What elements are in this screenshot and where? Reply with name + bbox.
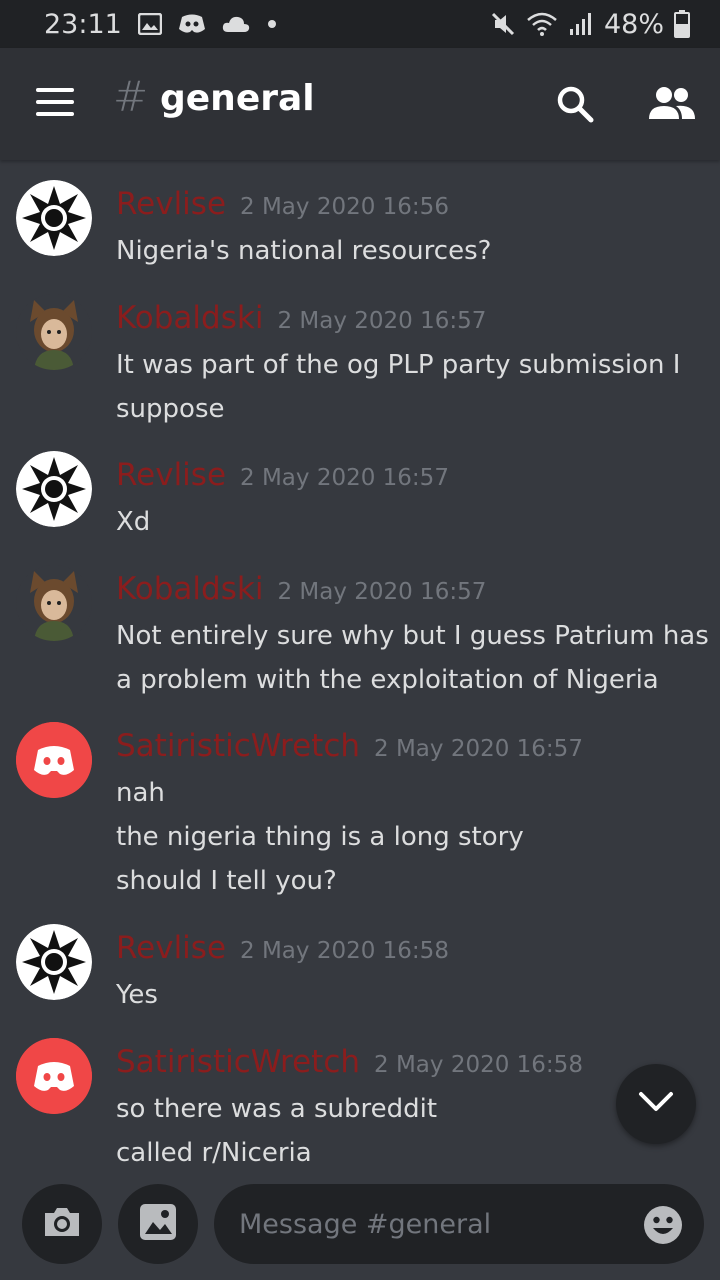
message-author[interactable]: SatiristicWretch bbox=[116, 728, 360, 764]
mute-icon bbox=[490, 11, 516, 37]
message-timestamp: 2 May 2020 16:57 bbox=[277, 308, 487, 334]
camera-button[interactable] bbox=[22, 1184, 102, 1264]
message-author[interactable]: Revlise bbox=[116, 186, 226, 222]
gallery-button[interactable] bbox=[118, 1184, 198, 1264]
message-list[interactable]: Revlise 2 May 2020 16:56 Nigeria's natio… bbox=[0, 160, 720, 1170]
battery-icon bbox=[674, 10, 690, 38]
message-author[interactable]: Revlise bbox=[116, 930, 226, 966]
search-icon[interactable] bbox=[555, 84, 595, 128]
message-author[interactable]: Revlise bbox=[116, 457, 226, 493]
revlise-avatar[interactable] bbox=[16, 180, 92, 256]
message-timestamp: 2 May 2020 16:56 bbox=[240, 194, 449, 220]
battery-percent: 48% bbox=[603, 8, 664, 40]
gallery-icon bbox=[138, 1202, 178, 1246]
message-timestamp: 2 May 2020 16:58 bbox=[240, 938, 449, 964]
emoji-icon[interactable] bbox=[642, 1204, 684, 1253]
message-author[interactable]: Kobaldski bbox=[116, 300, 263, 336]
message-text: Nigeria's national resources? bbox=[116, 236, 492, 266]
signal-icon bbox=[568, 12, 594, 36]
channel-title[interactable]: general bbox=[160, 78, 315, 119]
message-author[interactable]: Kobaldski bbox=[116, 571, 263, 607]
message-text: so there was a subreddit bbox=[116, 1094, 438, 1124]
discord-notification-icon bbox=[178, 13, 206, 35]
status-bar: 23:11 48% bbox=[0, 0, 720, 48]
discord-default-avatar[interactable] bbox=[16, 1038, 92, 1114]
message-text: Yes bbox=[116, 980, 158, 1010]
kobaldski-avatar[interactable] bbox=[16, 294, 92, 370]
channel-header: # general bbox=[0, 48, 720, 160]
hash-icon: # bbox=[113, 72, 149, 121]
message-text: the nigeria thing is a long story bbox=[116, 822, 524, 852]
status-time: 23:11 bbox=[44, 8, 122, 40]
message-timestamp: 2 May 2020 16:57 bbox=[277, 579, 487, 605]
message-timestamp: 2 May 2020 16:57 bbox=[240, 465, 449, 491]
message-text: Xd bbox=[116, 507, 151, 537]
kobaldski-avatar[interactable] bbox=[16, 565, 92, 641]
image-icon bbox=[137, 13, 162, 35]
message-text: called r/Niceria bbox=[116, 1138, 312, 1168]
members-icon[interactable] bbox=[648, 86, 696, 124]
jump-to-bottom-button[interactable] bbox=[616, 1064, 696, 1144]
revlise-avatar[interactable] bbox=[16, 924, 92, 1000]
message-composer: Message #general bbox=[0, 1170, 720, 1280]
message-input[interactable]: Message #general bbox=[214, 1184, 704, 1264]
menu-icon[interactable] bbox=[36, 88, 76, 120]
message-text: It was part of the og PLP party submissi… bbox=[116, 350, 681, 380]
message-text: suppose bbox=[116, 394, 225, 424]
message-timestamp: 2 May 2020 16:58 bbox=[374, 1052, 583, 1078]
message-text: should I tell you? bbox=[116, 866, 337, 896]
message-text: a problem with the exploitation of Niger… bbox=[116, 665, 659, 695]
message-text: Not entirely sure why but I guess Patriu… bbox=[116, 621, 709, 651]
dot-icon bbox=[266, 18, 278, 30]
revlise-avatar[interactable] bbox=[16, 451, 92, 527]
discord-default-avatar[interactable] bbox=[16, 722, 92, 798]
chevron-down-icon bbox=[638, 1091, 674, 1117]
wifi-icon bbox=[526, 11, 558, 37]
message-text: nah bbox=[116, 778, 165, 808]
message-input-placeholder: Message #general bbox=[239, 1208, 492, 1240]
message-author[interactable]: SatiristicWretch bbox=[116, 1044, 360, 1080]
message-timestamp: 2 May 2020 16:57 bbox=[374, 736, 583, 762]
camera-icon bbox=[42, 1205, 82, 1243]
cloud-icon bbox=[222, 15, 250, 33]
